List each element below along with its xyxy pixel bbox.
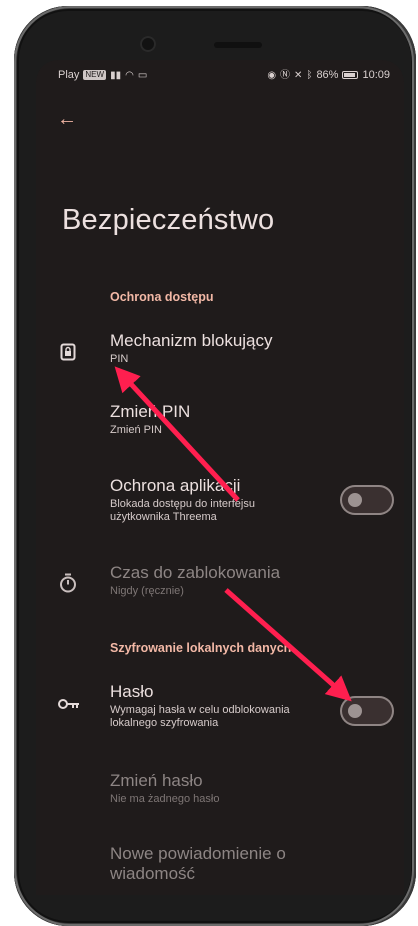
switch-knob [348, 704, 362, 718]
item-subtitle: Blokada dostępu do interfejsu użytkownik… [110, 498, 255, 523]
new-chip: NEW [83, 70, 107, 80]
signal-icon: ▮▮ [110, 69, 122, 81]
lock-screen-icon [58, 343, 78, 363]
battery-icon [342, 71, 359, 79]
item-title: Nowe powiadomienie o wiadomość [110, 844, 286, 883]
item-title: Zmień PIN [110, 402, 191, 421]
password-switch[interactable] [340, 696, 394, 726]
item-subtitle: Nigdy (ręcznie) [110, 585, 184, 597]
carrier-label: Play [58, 69, 80, 81]
section-header-encryption: Szyfrowanie lokalnych danych [110, 641, 292, 655]
list-item-password[interactable]: Hasło Wymagaj hasła w celu odblokowania … [110, 682, 340, 730]
eye-icon: ◉ [267, 69, 277, 81]
cast-icon: ▭ [137, 69, 148, 81]
bluetooth-icon: ᛒ [306, 69, 313, 81]
item-subtitle: PIN [110, 353, 129, 365]
clock: 10:09 [362, 69, 390, 81]
item-title: Zmień hasło [110, 771, 203, 790]
front-camera [140, 36, 156, 52]
mute-icon: ✕ [294, 69, 303, 81]
list-item-new-message-notification[interactable]: Nowe powiadomienie o wiadomość [110, 844, 330, 884]
key-icon [58, 697, 79, 717]
item-title: Hasło [110, 682, 154, 701]
list-item-app-protection[interactable]: Ochrona aplikacji Blokada dostępu do int… [110, 476, 340, 524]
arrow-left-icon: ← [57, 108, 77, 130]
list-item-lock-timeout[interactable]: Czas do zablokowania Nigdy (ręcznie) [110, 563, 370, 598]
timer-icon [58, 573, 78, 593]
list-item-change-password[interactable]: Zmień hasło Nie ma żadnego hasło [110, 771, 370, 806]
battery-percent: 86% [316, 69, 339, 81]
earpiece-speaker [214, 42, 262, 48]
page-title: Bezpieczeństwo [62, 204, 275, 236]
status-right: ◉ Ⓝ ✕ ᛒ 86% 10:09 [267, 69, 390, 81]
status-bar: Play NEW ▮▮ ◠ ▭ ◉ Ⓝ ✕ ᛒ 86% 10:09 [36, 60, 404, 90]
screen: Play NEW ▮▮ ◠ ▭ ◉ Ⓝ ✕ ᛒ 86% 10:09 ← Bezp… [36, 60, 404, 895]
section-header-access: Ochrona dostępu [110, 290, 214, 304]
item-subtitle: Wymagaj hasła w celu odblokowania lokaln… [110, 704, 290, 729]
item-title: Ochrona aplikacji [110, 476, 241, 495]
status-left: Play NEW ▮▮ ◠ ▭ [58, 69, 147, 81]
switch-knob [348, 493, 362, 507]
item-subtitle: Zmień PIN [110, 424, 162, 436]
back-button[interactable]: ← [54, 106, 80, 132]
item-title: Mechanizm blokujący [110, 331, 273, 350]
item-subtitle: Nie ma żadnego hasło [110, 793, 220, 805]
list-item-change-pin[interactable]: Zmień PIN Zmień PIN [110, 402, 370, 437]
wifi-icon: ◠ [125, 69, 134, 81]
app-protection-switch[interactable] [340, 485, 394, 515]
list-item-lock-mechanism[interactable]: Mechanizm blokujący PIN [110, 331, 370, 366]
item-title: Czas do zablokowania [110, 563, 281, 582]
nfc-icon: Ⓝ [280, 69, 291, 81]
